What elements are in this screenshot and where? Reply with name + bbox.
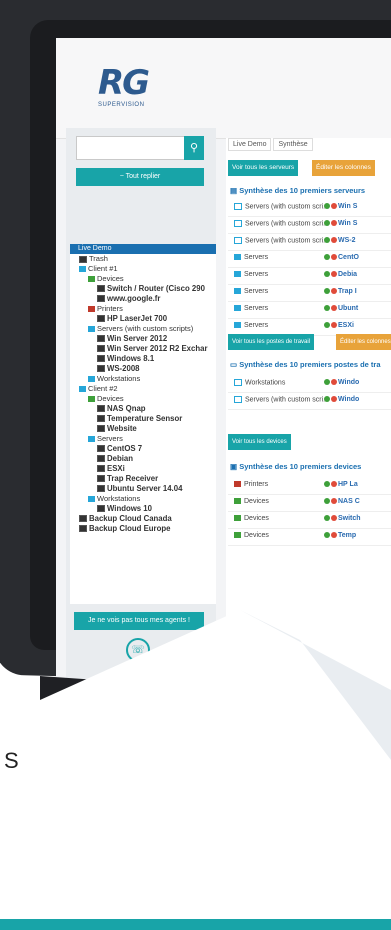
bottom-accent-bar [0,919,391,930]
laptop-scene: RG SUPERVISION ⚲ − Tout replier Live Dem… [0,0,391,930]
white-panel-shape [0,610,391,930]
partial-text-letter: S [4,748,19,773]
white-diagonal-overlay [0,610,391,930]
